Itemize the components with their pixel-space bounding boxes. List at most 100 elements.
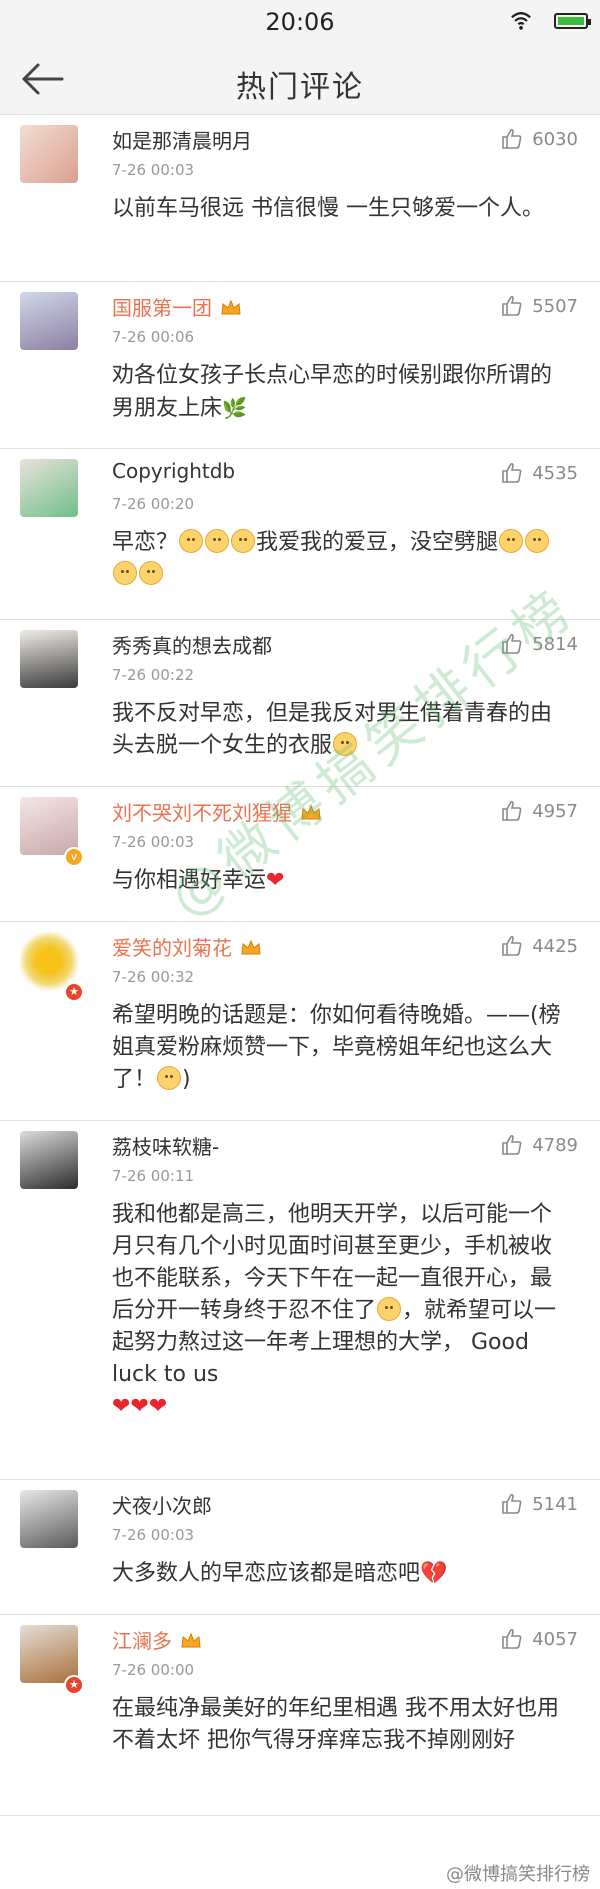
comment-username[interactable]: 如是那清晨明月	[112, 125, 252, 154]
comment-username[interactable]: 江澜多	[112, 1625, 202, 1654]
comment-username[interactable]: 犬夜小次郎	[112, 1490, 212, 1519]
comment-text: 早恋？ 我爱我的爱豆，没空劈腿	[112, 527, 562, 591]
thumbs-up-icon	[502, 1493, 522, 1514]
like-count: 5141	[532, 1493, 578, 1515]
comment-item: 如是那清晨明月 7-26 00:03 6030 以前车马很远 书信很慢 一生只够…	[0, 115, 600, 282]
thumbs-up-icon	[502, 128, 522, 149]
thumbs-up-icon	[502, 935, 522, 956]
like-button[interactable]: 4057	[500, 1627, 578, 1651]
page-title: 热门评论	[236, 70, 364, 105]
like-button[interactable]: 4957	[500, 799, 578, 823]
avatar[interactable]	[20, 1625, 78, 1683]
vip-crown-icon	[241, 939, 261, 955]
thumbs-up-icon	[502, 462, 522, 483]
thumbs-up-icon	[502, 800, 522, 821]
comment-username-text: 刘不哭刘不死刘猩猩	[112, 801, 292, 825]
vip-crown-icon	[221, 299, 241, 315]
comment-text: 我不反对早恋，但是我反对男生借着青春的由头去脱一个女生的衣服	[112, 698, 562, 762]
vip-crown-icon	[301, 804, 321, 820]
smile-emoji-icon	[157, 1066, 182, 1090]
comment-text-body: 与你相遇好幸运	[112, 868, 267, 893]
comment-text-part: 我爱我的爱豆，没空劈腿	[256, 530, 499, 555]
corner-watermark: @微博搞笑排行榜	[446, 1864, 590, 1885]
comment-item: 国服第一团 7-26 00:06 5507 劝各位女孩子长点心早恋的时候别跟你所…	[0, 282, 600, 449]
thinking-emoji-icon	[499, 529, 524, 553]
avatar[interactable]	[20, 630, 78, 688]
like-button[interactable]: 5814	[500, 632, 578, 656]
comment-text: 以前车马很远 书信很慢 一生只够爱一个人。	[112, 196, 544, 221]
like-count: 5507	[532, 295, 578, 317]
comment-username[interactable]: 爱笑的刘菊花	[112, 932, 262, 961]
thumbs-up-icon	[502, 633, 522, 654]
like-button[interactable]: 6030	[500, 127, 578, 151]
status-bar: 20:06	[0, 0, 600, 44]
comment-item: 秀秀真的想去成都 7-26 00:22 5814 我不反对早恋，但是我反对男生借…	[0, 620, 600, 787]
battery-icon	[554, 13, 591, 29]
avatar[interactable]	[20, 797, 78, 855]
thinking-emoji-icon	[139, 561, 163, 585]
comment-item: 犬夜小次郎 7-26 00:03 5141 大多数人的早恋应该都是暗恋吧💔	[0, 1480, 600, 1615]
verified-badge-icon: v	[64, 847, 84, 867]
thinking-emoji-icon	[231, 529, 256, 553]
comment-time: 7-26 00:22	[112, 666, 195, 684]
comment-time: 7-26 00:11	[112, 1167, 195, 1185]
comment-text-body: 我不反对早恋，但是我反对男生借着青春的由头去脱一个女生的衣服	[112, 701, 553, 758]
thumbs-up-icon	[502, 1628, 522, 1649]
wifi-icon	[511, 12, 531, 30]
heart-icon: ❤	[148, 1394, 168, 1419]
comment-username[interactable]: 秀秀真的想去成都	[112, 630, 272, 659]
thinking-emoji-icon	[333, 732, 358, 756]
heart-icon: ❤	[112, 1394, 131, 1419]
comment-text: 大多数人的早恋应该都是暗恋吧💔	[112, 1558, 562, 1590]
avatar[interactable]	[20, 459, 78, 517]
heart-icon: ❤	[266, 868, 285, 893]
crying-emoji-icon	[377, 1297, 402, 1321]
comment-time: 7-26 00:20	[112, 495, 195, 513]
comment-text-part: 早恋？	[112, 530, 179, 555]
vip-crown-icon	[181, 1632, 201, 1648]
leaf-emoji-icon: 🌿	[222, 396, 247, 420]
avatar[interactable]	[20, 292, 78, 350]
comment-username[interactable]: 荔枝味软糖-	[112, 1131, 219, 1160]
like-button[interactable]: 4789	[500, 1133, 578, 1157]
avatar[interactable]	[20, 1131, 78, 1189]
thumbs-up-icon	[502, 295, 522, 316]
like-button[interactable]: 5507	[500, 294, 578, 318]
comment-item: 荔枝味软糖- 7-26 00:11 4789 我和他都是高三，他明天开学，以后可…	[0, 1121, 600, 1480]
avatar[interactable]	[20, 125, 78, 183]
comment-username-text: 爱笑的刘菊花	[112, 936, 232, 960]
comment-time: 7-26 00:03	[112, 1526, 195, 1544]
comment-username[interactable]: 国服第一团	[112, 292, 242, 321]
thinking-emoji-icon	[525, 529, 550, 553]
like-button[interactable]: 4425	[500, 934, 578, 958]
verified-badge-icon: ★	[64, 1675, 84, 1695]
comment-text-body: 劝各位女孩子长点心早恋的时候别跟你所谓的男朋友上床	[112, 363, 553, 421]
page-header: 热门评论	[0, 44, 600, 115]
comment-text: 在最纯净最美好的年纪里相遇 我不用太好也用不着太坏 把你气得牙痒痒忘我不掉刚刚好	[112, 1696, 559, 1753]
like-button[interactable]: 4535	[500, 461, 578, 485]
like-count: 5814	[532, 633, 578, 655]
comment-text: 与你相遇好幸运❤	[112, 865, 562, 897]
thumbs-up-icon	[502, 1134, 522, 1155]
thinking-emoji-icon	[205, 529, 230, 553]
like-count: 4057	[532, 1628, 578, 1650]
avatar[interactable]	[20, 1490, 78, 1548]
comment-time: 7-26 00:00	[112, 1661, 195, 1679]
comment-username-text: 江澜多	[112, 1629, 172, 1653]
comment-time: 7-26 00:06	[112, 328, 195, 346]
avatar[interactable]	[20, 932, 78, 990]
like-count: 6030	[532, 128, 578, 150]
comment-text: 希望明晚的话题是：你如何看待晚婚。——(榜姐真爱粉麻烦赞一下，毕竟榜姐年纪也这么…	[112, 1003, 561, 1092]
like-count: 4957	[532, 800, 578, 822]
like-button[interactable]: 5141	[500, 1492, 578, 1516]
comment-username[interactable]: 刘不哭刘不死刘猩猩	[112, 797, 322, 826]
comment-item: ★ 爱笑的刘菊花 7-26 00:32 4425 希望明晚的话题是：你如何看待晚…	[0, 922, 600, 1121]
comment-username[interactable]: Copyrightdb	[112, 459, 235, 483]
comment-item: Copyrightdb 7-26 00:20 4535 早恋？ 我爱我的爱豆，没空…	[0, 449, 600, 620]
comment-item: v 刘不哭刘不死刘猩猩 7-26 00:03 4957 与你相遇好幸运❤	[0, 787, 600, 922]
comment-text: 我和他都是高三，他明天开学，以后可能一个月只有几个小时见面时间甚至更少，手机被收…	[112, 1199, 562, 1423]
thinking-emoji-icon	[179, 529, 204, 553]
comment-time: 7-26 00:03	[112, 161, 195, 179]
comment-text: 劝各位女孩子长点心早恋的时候别跟你所谓的男朋友上床🌿	[112, 360, 562, 425]
like-count: 4789	[532, 1134, 578, 1156]
